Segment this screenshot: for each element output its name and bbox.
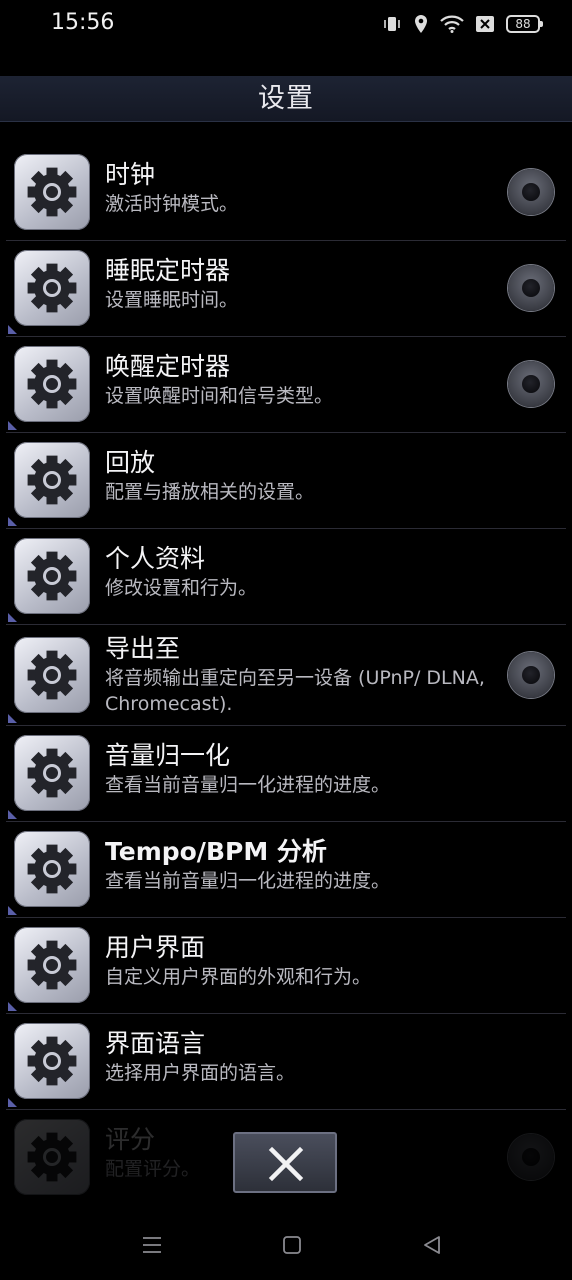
battery-icon: 88 xyxy=(506,15,543,33)
page-title: 设置 xyxy=(258,83,314,114)
setting-subtitle: 查看当前音量归一化进程的进度。 xyxy=(105,774,391,796)
corner-indicator xyxy=(8,325,17,334)
setting-item-wake-timer[interactable]: 唤醒定时器 设置唤醒时间和信号类型。 xyxy=(6,337,566,433)
setting-title: 睡眠定时器 xyxy=(105,256,231,285)
setting-subtitle: 设置睡眠时间。 xyxy=(105,289,239,311)
corner-indicator xyxy=(8,613,17,622)
setting-title: 个人资料 xyxy=(105,544,206,573)
setting-title: 回放 xyxy=(105,448,156,477)
corner-indicator xyxy=(8,714,17,723)
wifi-icon xyxy=(440,15,464,33)
gear-icon xyxy=(14,346,90,422)
setting-title: 时钟 xyxy=(105,160,156,189)
gear-icon xyxy=(14,1023,90,1099)
close-button[interactable] xyxy=(233,1132,337,1193)
setting-item-tempo-bpm[interactable]: Tempo/BPM 分析 查看当前音量归一化进程的进度。 xyxy=(6,822,566,918)
sleep-timer-toggle[interactable] xyxy=(508,265,554,311)
setting-title: 用户界面 xyxy=(105,933,206,962)
setting-title: 界面语言 xyxy=(105,1029,206,1058)
gear-icon xyxy=(14,831,90,907)
gear-icon xyxy=(14,538,90,614)
status-time: 15:56 xyxy=(51,10,115,35)
setting-item-user-interface[interactable]: 用户界面 自定义用户界面的外观和行为。 xyxy=(6,918,566,1014)
rating-toggle[interactable] xyxy=(508,1134,554,1180)
gear-icon xyxy=(14,735,90,811)
clock-toggle[interactable] xyxy=(508,169,554,215)
back-icon[interactable] xyxy=(421,1234,443,1260)
setting-title: 唤醒定时器 xyxy=(105,352,231,381)
setting-subtitle: 设置唤醒时间和信号类型。 xyxy=(105,385,334,407)
close-icon xyxy=(268,1146,304,1182)
setting-subtitle: 修改设置和行为。 xyxy=(105,577,258,599)
gear-icon xyxy=(14,442,90,518)
corner-indicator xyxy=(8,421,17,430)
setting-subtitle: 查看当前音量归一化进程的进度。 xyxy=(105,870,391,892)
setting-item-export[interactable]: 导出至 将音频输出重定向至另一设备 (UPnP/ DLNA, Chromecas… xyxy=(6,625,566,726)
setting-title: 音量归一化 xyxy=(105,741,231,770)
gear-icon xyxy=(14,637,90,713)
setting-subtitle: 激活时钟模式。 xyxy=(105,193,239,215)
corner-indicator xyxy=(8,1002,17,1011)
setting-subtitle: 将音频输出重定向至另一设备 (UPnP/ DLNA, Chromecast). xyxy=(105,667,485,715)
title-bar: 设置 xyxy=(0,76,572,122)
settings-list: 时钟 激活时钟模式。 睡眠定时器 设置睡眠时间。 唤醒定时器 设置唤醒时间和信号… xyxy=(0,145,572,1205)
setting-subtitle: 自定义用户界面的外观和行为。 xyxy=(105,966,372,988)
status-icons: 88 xyxy=(382,14,543,34)
export-toggle[interactable] xyxy=(508,652,554,698)
corner-indicator xyxy=(8,1098,17,1107)
location-icon xyxy=(413,14,429,34)
wake-timer-toggle[interactable] xyxy=(508,361,554,407)
corner-indicator xyxy=(8,517,17,526)
setting-item-volume-normalization[interactable]: 音量归一化 查看当前音量归一化进程的进度。 xyxy=(6,726,566,822)
corner-indicator xyxy=(8,810,17,819)
status-bar: 15:56 88 xyxy=(0,0,572,52)
setting-subtitle: 选择用户界面的语言。 xyxy=(105,1062,296,1084)
gear-icon xyxy=(14,1119,90,1195)
vibrate-icon xyxy=(382,14,402,34)
navigation-bar xyxy=(0,1212,572,1280)
setting-title: Tempo/BPM 分析 xyxy=(105,837,327,866)
gear-icon xyxy=(14,927,90,1003)
home-icon[interactable] xyxy=(281,1234,303,1260)
gear-icon xyxy=(14,250,90,326)
setting-subtitle: 配置与播放相关的设置。 xyxy=(105,481,315,503)
gear-icon xyxy=(14,154,90,230)
sim-off-icon xyxy=(475,15,495,33)
setting-title: 导出至 xyxy=(105,634,181,663)
setting-item-sleep-timer[interactable]: 睡眠定时器 设置睡眠时间。 xyxy=(6,241,566,337)
setting-item-playback[interactable]: 回放 配置与播放相关的设置。 xyxy=(6,433,566,529)
setting-item-clock[interactable]: 时钟 激活时钟模式。 xyxy=(6,145,566,241)
corner-indicator xyxy=(8,906,17,915)
setting-item-profile[interactable]: 个人资料 修改设置和行为。 xyxy=(6,529,566,625)
menu-icon[interactable] xyxy=(141,1234,163,1260)
setting-item-language[interactable]: 界面语言 选择用户界面的语言。 xyxy=(6,1014,566,1110)
